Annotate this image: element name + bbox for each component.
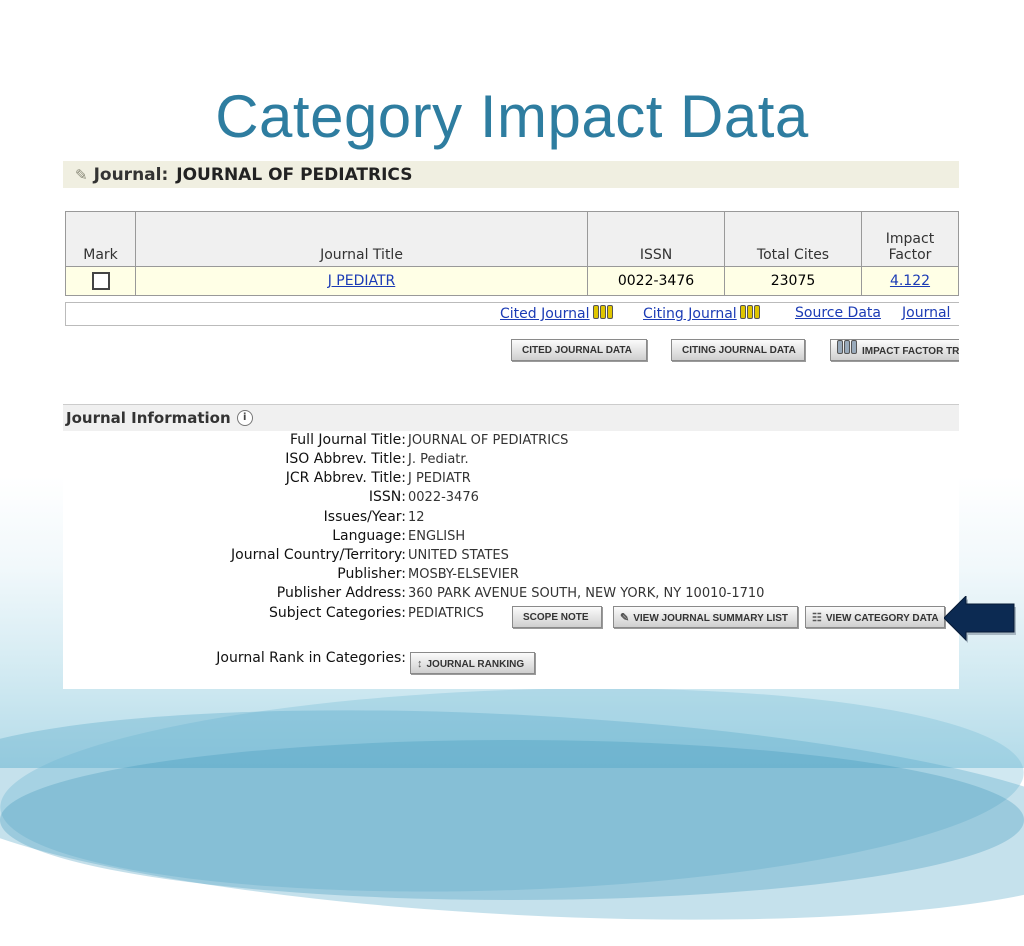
info-row-jcr-abbrev: JCR Abbrev. Title: J PEDIATR [63,470,959,489]
background-wave [0,672,1024,908]
field-value: MOSBY-ELSEVIER [408,567,519,582]
journal-information-title: Journal Information [66,409,231,427]
journal-title-cell: J PEDIATR [135,266,588,296]
bar-chart-icon [592,305,614,323]
field-value: J. Pediatr. [408,452,469,467]
col-mark: Mark [65,211,136,267]
impact-factor-header: Impact Factor [885,231,935,263]
field-label: ISSN: [368,489,406,505]
field-value: PEDIATRICS [408,606,484,621]
cited-journal-label: Cited Journal [500,306,590,322]
bar-chart-icon [739,305,761,323]
citing-journal-data-button[interactable]: CITING JOURNAL DATA [671,339,805,361]
col-total-cites: Total Cites [724,211,862,267]
field-value: JOURNAL OF PEDIATRICS [408,433,569,448]
field-value: 0022-3476 [408,490,479,505]
source-data-link[interactable]: Source Data [795,305,881,321]
pointer-arrow-icon [944,596,1016,643]
info-row-issues-year: Issues/Year: 12 [63,509,959,528]
view-journal-summary-list-label: VIEW JOURNAL SUMMARY LIST [633,613,789,624]
field-value: 360 PARK AVENUE SOUTH, NEW YORK, NY 1001… [408,586,765,601]
impact-factor-trend-button[interactable]: IMPACT FACTOR TREN [830,339,959,361]
scope-note-label: SCOPE NOTE [523,612,589,623]
impact-factor-link[interactable]: 4.122 [890,273,930,289]
field-label: ISO Abbrev. Title: [285,451,406,467]
journal-information-header: Journal Information i [63,404,959,431]
info-row-language: Language: ENGLISH [63,528,959,547]
journal-icon: ✎ [75,165,88,184]
jcr-screenshot: ✎ Journal: JOURNAL OF PEDIATRICS Mark Jo… [63,158,959,689]
journal-title-link[interactable]: J PEDIATR [328,273,396,289]
journal-table: Mark Journal Title ISSN Total Cites Impa… [65,211,959,296]
info-row-issn: ISSN: 0022-3476 [63,489,959,508]
journal-ranking-label: JOURNAL RANKING [426,659,525,670]
slide-title: Category Impact Data [215,83,809,150]
field-label: Publisher Address: [276,585,406,601]
cited-journal-data-button[interactable]: CITED JOURNAL DATA [511,339,647,361]
cited-journal-link[interactable]: Cited Journal [500,305,614,323]
info-row-publisher-address: Publisher Address: 360 PARK AVENUE SOUTH… [63,585,959,604]
journal-ranking-button[interactable]: ↕ JOURNAL RANKING [410,652,535,674]
col-journal-title: Journal Title [135,211,588,267]
col-impact-factor: Impact Factor [861,211,959,267]
table-row: J PEDIATR 0022-3476 23075 4.122 [65,266,959,296]
background-wave [0,740,1024,900]
journal-label: Journal: [93,164,169,185]
col-issn: ISSN [587,211,725,267]
field-label: JCR Abbrev. Title: [285,470,406,486]
journal-links-row: Cited Journal Citing Journal Source Data… [65,302,959,326]
info-row-publisher: Publisher: MOSBY-ELSEVIER [63,566,959,585]
info-row-full-title: Full Journal Title: JOURNAL OF PEDIATRIC… [63,432,959,451]
view-journal-summary-list-button[interactable]: ✎ VIEW JOURNAL SUMMARY LIST [613,606,798,628]
citing-journal-link[interactable]: Citing Journal [643,305,761,323]
mark-checkbox[interactable] [91,272,110,290]
info-row-iso-abbrev: ISO Abbrev. Title: J. Pediatr. [63,451,959,470]
ranking-icon: ↕ [417,658,423,670]
citing-journal-label: Citing Journal [643,306,737,322]
journal-name: JOURNAL OF PEDIATRICS [176,164,413,185]
view-category-data-label: VIEW CATEGORY DATA [825,613,939,624]
citing-journal-data-label: CITING JOURNAL DATA [682,345,796,356]
field-label: Journal Country/Territory: [231,547,406,563]
field-label: Subject Categories: [269,605,406,621]
info-row-country: Journal Country/Territory: UNITED STATES [63,547,959,566]
issn-cell: 0022-3476 [587,266,725,296]
summary-list-icon: ✎ [620,612,630,624]
field-label: Issues/Year: [323,509,406,525]
cited-journal-data-label: CITED JOURNAL DATA [522,345,632,356]
scope-note-button[interactable]: SCOPE NOTE [512,606,602,628]
mark-cell [65,266,136,296]
field-value: 12 [408,510,425,525]
field-label: Language: [332,528,406,544]
journal-header: ✎ Journal: JOURNAL OF PEDIATRICS [63,161,959,188]
bar-chart-icon [837,340,858,363]
field-value: UNITED STATES [408,548,509,563]
background-wave [0,683,1024,946]
view-category-data-button[interactable]: ☷ VIEW CATEGORY DATA [805,606,945,628]
field-label: Journal Rank in Categories: [216,650,406,666]
impact-factor-trend-label: IMPACT FACTOR TREN [862,346,959,358]
journal-link[interactable]: Journal [902,305,950,321]
impact-factor-cell: 4.122 [861,266,959,296]
info-icon[interactable]: i [236,410,253,426]
total-cites-cell: 23075 [724,266,862,296]
field-value: ENGLISH [408,529,466,544]
field-label: Publisher: [337,566,406,582]
category-data-icon: ☷ [812,612,822,624]
field-label: Full Journal Title: [290,432,406,448]
field-value: J PEDIATR [408,471,471,486]
